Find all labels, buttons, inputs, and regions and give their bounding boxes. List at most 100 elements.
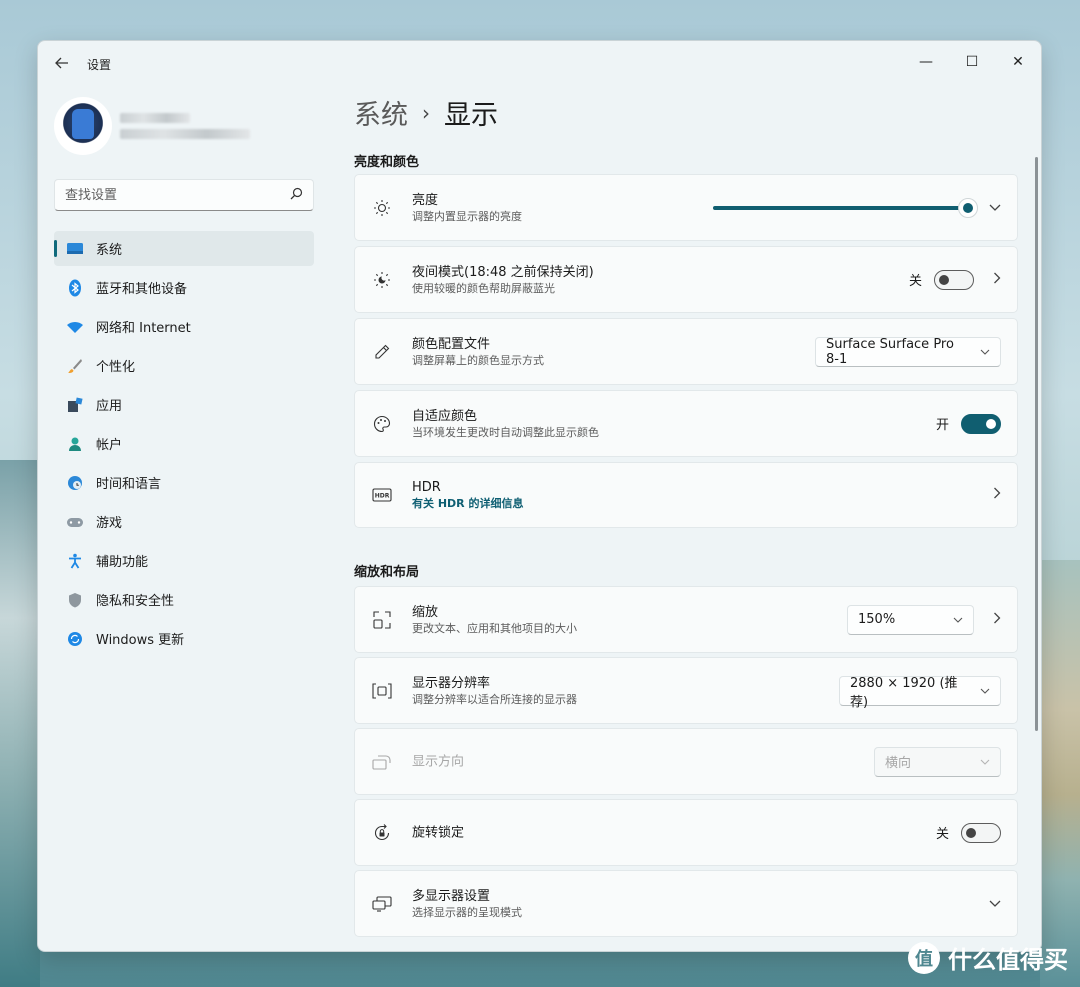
breadcrumb-parent[interactable]: 系统 (354, 93, 408, 132)
maximize-button[interactable]: ☐ (949, 47, 995, 77)
eyedropper-icon (371, 341, 393, 363)
back-arrow-icon[interactable] (52, 53, 72, 73)
orientation-text: 显示方向 (412, 753, 464, 770)
desktop-background-right (1040, 560, 1080, 987)
resolution-icon (371, 680, 393, 702)
color-profile-text: 颜色配置文件 调整屏幕上的颜色显示方式 (412, 336, 544, 368)
sidebar-item-label: 个性化 (96, 360, 136, 375)
adaptive-color-title: 自适应颜色 (412, 408, 478, 424)
breadcrumb: 系统 › 显示 (354, 93, 498, 132)
search-box[interactable] (54, 179, 314, 211)
orientation-card: 显示方向 横向 (354, 728, 1018, 795)
rotation-lock-title: 旋转锁定 (412, 825, 465, 840)
color-profile-dropdown[interactable]: Surface Surface Pro 8-1 (815, 336, 1001, 367)
rotation-lock-toggle[interactable] (961, 822, 1001, 843)
scale-title: 缩放 (412, 604, 439, 620)
adaptive-color-card: 自适应颜色 当环境发生更改时自动调整此显示颜色 开 (354, 390, 1018, 457)
night-light-card[interactable]: 夜间模式(18:48 之前保持关闭) 使用较暖的颜色帮助屏蔽蓝光 关 (354, 246, 1018, 313)
sidebar-item-gaming[interactable]: 游戏 (54, 504, 314, 539)
hdr-card[interactable]: HDR HDR 有关 HDR 的详细信息 (354, 462, 1018, 528)
brightness-slider-thumb[interactable] (958, 197, 978, 218)
hdr-icon: HDR (371, 484, 393, 506)
chevron-down-icon[interactable] (989, 896, 1001, 911)
sidebar-item-label: 游戏 (96, 516, 123, 531)
sidebar-nav: 系统 蓝牙和其他设备 网络和 Internet 个性化 应用 帐户 时间和语言 … (54, 231, 314, 660)
scale-subtitle: 更改文本、应用和其他项目的大小 (412, 621, 577, 635)
resolution-title: 显示器分辨率 (412, 675, 491, 691)
search-input[interactable] (65, 187, 290, 203)
shield-icon (66, 591, 84, 609)
sidebar-item-privacy[interactable]: 隐私和安全性 (54, 582, 314, 617)
adaptive-color-text: 自适应颜色 当环境发生更改时自动调整此显示颜色 (412, 408, 599, 440)
orientation-icon (371, 751, 393, 773)
bluetooth-icon (66, 279, 84, 297)
palette-icon (371, 413, 393, 435)
color-profile-selected: Surface Surface Pro 8-1 (826, 336, 954, 367)
multi-display-subtitle: 选择显示器的呈现模式 (412, 905, 522, 919)
sidebar-item-label: 网络和 Internet (96, 321, 191, 336)
chevron-right-icon[interactable] (993, 487, 1001, 503)
brush-icon (66, 357, 84, 375)
avatar (54, 97, 112, 155)
multi-display-title: 多显示器设置 (412, 888, 491, 904)
user-profile[interactable] (54, 97, 250, 155)
hdr-text: HDR 有关 HDR 的详细信息 (412, 479, 523, 511)
breadcrumb-separator: › (422, 100, 430, 125)
chevron-right-icon[interactable] (993, 612, 1001, 628)
brightness-card[interactable]: 亮度 调整内置显示器的亮度 (354, 174, 1018, 241)
sidebar-item-label: 时间和语言 (96, 477, 162, 492)
chevron-down-icon (953, 613, 963, 626)
resolution-text: 显示器分辨率 调整分辨率以适合所连接的显示器 (412, 675, 577, 707)
gamepad-icon (66, 513, 84, 531)
night-light-toggle[interactable] (934, 269, 974, 290)
rotation-lock-card: 旋转锁定 关 (354, 799, 1018, 866)
update-icon (66, 630, 84, 648)
rotation-lock-icon (371, 822, 393, 844)
page-title: 显示 (444, 100, 498, 131)
multi-monitor-icon (371, 893, 393, 915)
adaptive-color-toggle-group: 开 (936, 413, 1001, 434)
adaptive-color-subtitle: 当环境发生更改时自动调整此显示颜色 (412, 425, 599, 439)
scale-card[interactable]: 缩放 更改文本、应用和其他项目的大小 150% (354, 586, 1018, 653)
sidebar-item-time-language[interactable]: 时间和语言 (54, 465, 314, 500)
orientation-title: 显示方向 (412, 754, 465, 769)
search-icon[interactable] (290, 187, 303, 204)
app-title: 设置 (87, 58, 112, 72)
night-light-toggle-group: 关 (908, 269, 974, 290)
scale-icon (371, 609, 393, 631)
brightness-text: 亮度 调整内置显示器的亮度 (412, 192, 522, 224)
sidebar-item-apps[interactable]: 应用 (54, 387, 314, 422)
sidebar-item-label: 应用 (96, 399, 123, 414)
sidebar-item-bluetooth[interactable]: 蓝牙和其他设备 (54, 270, 314, 305)
adaptive-color-toggle[interactable] (961, 413, 1001, 434)
scrollbar[interactable] (1035, 157, 1038, 731)
rotation-lock-toggle-group: 关 (936, 822, 1001, 843)
sidebar-item-network[interactable]: 网络和 Internet (54, 309, 314, 344)
sidebar-item-system[interactable]: 系统 (54, 231, 314, 266)
resolution-subtitle: 调整分辨率以适合所连接的显示器 (412, 692, 577, 706)
brightness-slider[interactable] (713, 197, 978, 218)
night-light-toggle-label: 关 (908, 274, 922, 289)
multi-display-card[interactable]: 多显示器设置 选择显示器的呈现模式 (354, 870, 1018, 937)
section-title-scale-layout: 缩放和布局 (354, 565, 420, 580)
wifi-icon (66, 318, 84, 336)
chevron-right-icon[interactable] (993, 272, 1001, 288)
resolution-dropdown[interactable]: 2880 × 1920 (推荐) (839, 675, 1001, 710)
sidebar-item-accounts[interactable]: 帐户 (54, 426, 314, 461)
night-light-title: 夜间模式(18:48 之前保持关闭) (412, 264, 594, 280)
sidebar-item-windows-update[interactable]: Windows 更新 (54, 621, 314, 656)
chevron-down-icon[interactable] (989, 200, 1001, 215)
scale-dropdown[interactable]: 150% (847, 604, 974, 635)
sidebar-item-personalization[interactable]: 个性化 (54, 348, 314, 383)
sidebar-item-label: 帐户 (96, 438, 123, 453)
accessibility-icon (66, 552, 84, 570)
blurred-name-line (120, 113, 190, 123)
sidebar-item-accessibility[interactable]: 辅助功能 (54, 543, 314, 578)
rotation-lock-text: 旋转锁定 (412, 824, 464, 841)
minimize-button[interactable]: — (903, 47, 949, 77)
watermark: 值 什么值得买 (908, 940, 1068, 975)
apps-icon (66, 396, 84, 414)
hdr-info-link[interactable]: 有关 HDR 的详细信息 (412, 496, 523, 511)
sidebar-item-label: 蓝牙和其他设备 (96, 282, 188, 297)
close-button[interactable]: ✕ (995, 47, 1041, 77)
